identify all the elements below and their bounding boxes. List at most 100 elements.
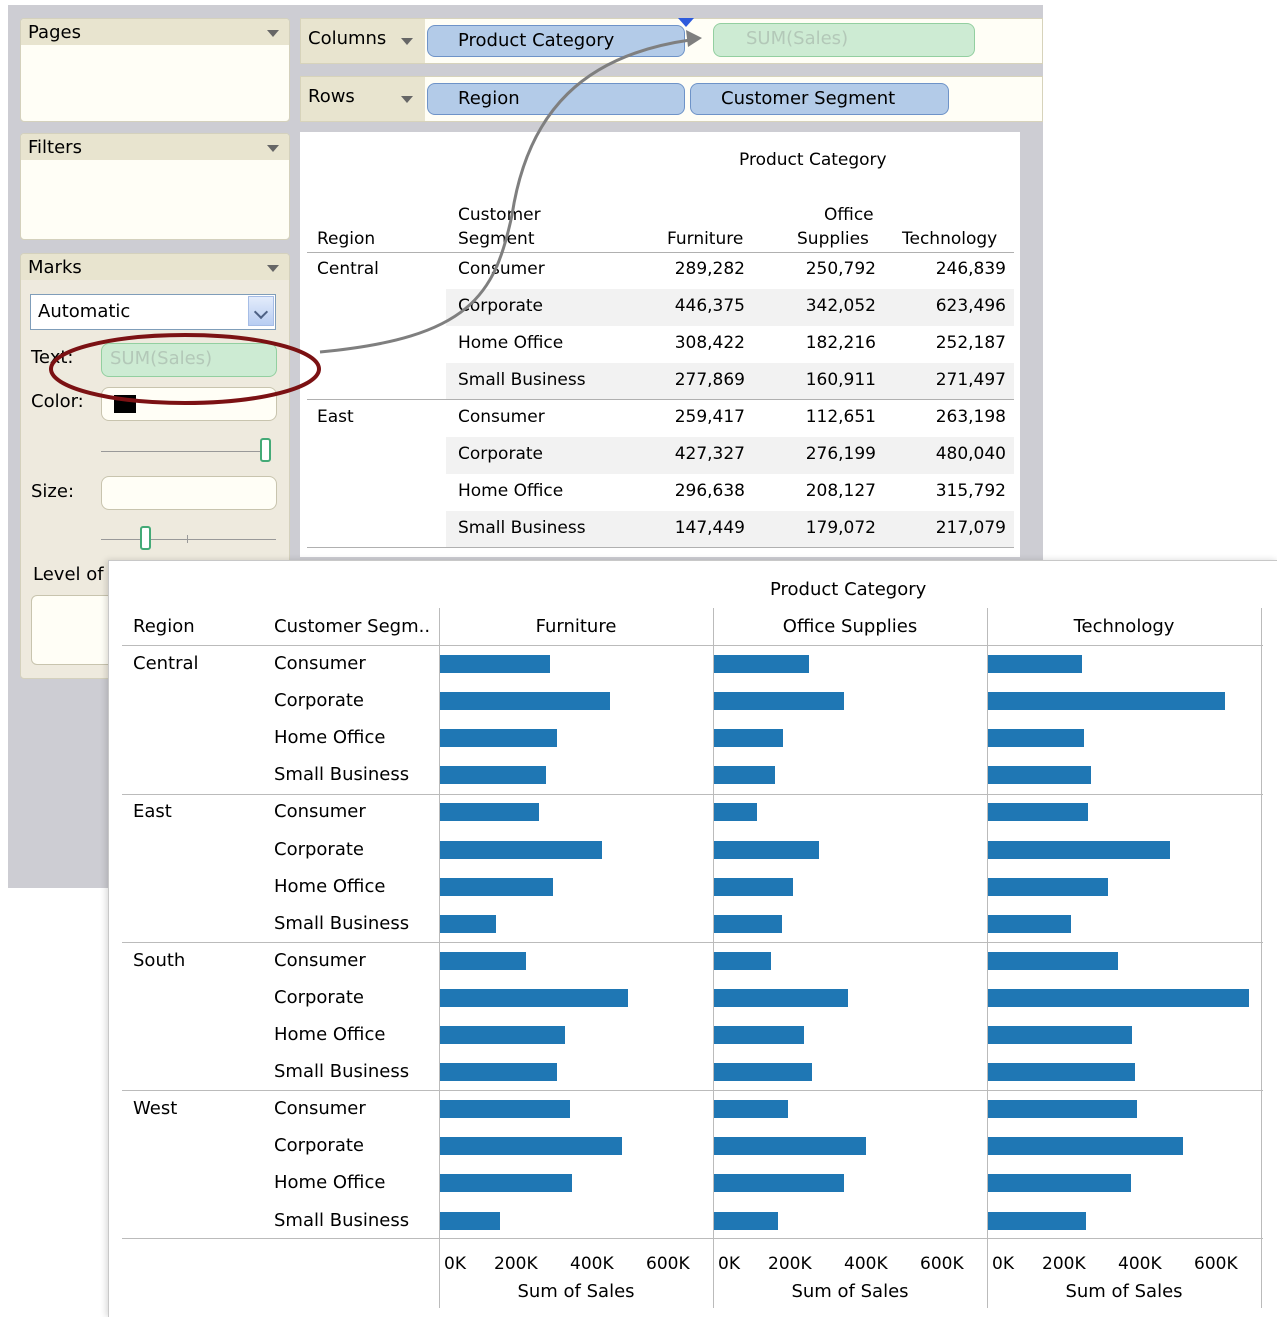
mark-type-dropdown[interactable]: Automatic: [30, 294, 276, 330]
bar-south-technology-consumer[interactable]: [988, 952, 1118, 970]
bar-south-furniture-consumer[interactable]: [440, 952, 526, 970]
text-shelf-pill[interactable]: SUM(Sales): [101, 343, 277, 377]
pages-card-title: Pages: [28, 22, 81, 43]
crosstab-header-divider: [307, 252, 1014, 253]
bar-south-office-supplies-home-office[interactable]: [714, 1026, 804, 1044]
bar-central-technology-consumer[interactable]: [988, 655, 1082, 673]
bar-west-office-supplies-home-office[interactable]: [714, 1174, 844, 1192]
x-tick-label: 600K: [646, 1254, 690, 1274]
bar-central-furniture-home-office[interactable]: [440, 729, 558, 747]
bar-west-furniture-home-office[interactable]: [440, 1174, 573, 1192]
crosstab-segment-label: Consumer: [458, 259, 545, 279]
size-shelf-field[interactable]: [101, 476, 277, 510]
bar-east-office-supplies-consumer[interactable]: [714, 803, 757, 821]
bar-south-technology-small-business[interactable]: [988, 1063, 1136, 1081]
bar-east-technology-corporate[interactable]: [988, 841, 1171, 859]
crosstab-segment-label: Home Office: [458, 481, 564, 501]
bar-east-office-supplies-corporate[interactable]: [714, 841, 819, 859]
bar-west-office-supplies-consumer[interactable]: [714, 1100, 789, 1118]
bar-east-furniture-home-office[interactable]: [440, 878, 553, 896]
bar-east-furniture-small-business[interactable]: [440, 915, 496, 933]
bar-central-furniture-consumer[interactable]: [440, 655, 550, 673]
crosstab-value-cell: 289,282: [674, 259, 745, 279]
rows-pill-customer-segment[interactable]: Customer Segment: [690, 83, 949, 115]
rows-menu-icon[interactable]: [401, 96, 413, 103]
bar-central-technology-home-office[interactable]: [988, 729, 1084, 747]
chart-segment-label: Corporate: [274, 839, 364, 860]
chevron-down-icon[interactable]: [248, 296, 274, 326]
marks-card-menu-icon[interactable]: [267, 265, 279, 272]
bar-south-technology-home-office[interactable]: [988, 1026, 1133, 1044]
opacity-slider-track[interactable]: [101, 451, 271, 452]
bar-central-office-supplies-home-office[interactable]: [714, 729, 784, 747]
crosstab-segment-label: Corporate: [458, 296, 543, 316]
bar-east-office-supplies-small-business[interactable]: [714, 915, 782, 933]
bar-west-office-supplies-small-business[interactable]: [714, 1212, 778, 1230]
bar-south-furniture-corporate[interactable]: [440, 989, 629, 1007]
color-swatch[interactable]: [114, 395, 136, 413]
opacity-slider-thumb[interactable]: [260, 438, 271, 462]
bar-east-furniture-corporate[interactable]: [440, 841, 603, 859]
columns-pill-sum-sales-ghost[interactable]: SUM(Sales): [713, 23, 975, 57]
chart-segment-label: Small Business: [274, 1210, 410, 1231]
columns-menu-icon[interactable]: [401, 38, 413, 45]
bar-east-technology-small-business[interactable]: [988, 915, 1071, 933]
bar-west-technology-corporate[interactable]: [988, 1137, 1183, 1155]
bar-south-office-supplies-small-business[interactable]: [714, 1063, 813, 1081]
bar-east-technology-consumer[interactable]: [988, 803, 1088, 821]
bar-central-technology-small-business[interactable]: [988, 766, 1092, 784]
bar-central-office-supplies-corporate[interactable]: [714, 692, 844, 710]
crosstab-value-cell: 112,651: [805, 407, 876, 427]
text-shelf-label: Text:: [31, 347, 74, 368]
bar-west-office-supplies-corporate[interactable]: [714, 1137, 866, 1155]
pages-card-menu-icon[interactable]: [267, 30, 279, 37]
chart-segment-label: Consumer: [274, 1098, 366, 1119]
bar-south-office-supplies-corporate[interactable]: [714, 989, 848, 1007]
chart-region-divider: [122, 794, 1263, 795]
bar-south-furniture-small-business[interactable]: [440, 1063, 557, 1081]
bar-south-furniture-home-office[interactable]: [440, 1026, 566, 1044]
crosstab-value-cell: 252,187: [935, 333, 1006, 353]
pages-drop-area[interactable]: [21, 45, 289, 121]
bar-east-furniture-consumer[interactable]: [440, 803, 539, 821]
bar-east-office-supplies-home-office[interactable]: [714, 878, 794, 896]
mark-type-value: Automatic: [38, 301, 131, 322]
bar-west-furniture-small-business[interactable]: [440, 1212, 501, 1230]
size-slider-tick: [187, 535, 188, 543]
bar-central-office-supplies-consumer[interactable]: [714, 655, 810, 673]
crosstab-region-label: Central: [317, 259, 379, 279]
bar-west-furniture-consumer[interactable]: [440, 1100, 570, 1118]
x-tick-label: 200K: [494, 1254, 538, 1274]
chart-row-header-region: Region: [133, 616, 195, 637]
crosstab-header-segment-line1: Customer: [458, 205, 541, 225]
chart-panel-header: Furniture: [535, 616, 617, 637]
bar-central-technology-corporate[interactable]: [988, 692, 1225, 710]
bar-central-office-supplies-small-business[interactable]: [714, 766, 776, 784]
bar-west-technology-consumer[interactable]: [988, 1100, 1138, 1118]
filters-card-menu-icon[interactable]: [267, 145, 279, 152]
crosstab-segment-label: Home Office: [458, 333, 564, 353]
columns-pill-product-category[interactable]: Product Category: [427, 25, 685, 57]
bar-south-technology-corporate[interactable]: [988, 989, 1250, 1007]
bar-central-furniture-small-business[interactable]: [440, 766, 546, 784]
crosstab-value-cell: 277,869: [674, 370, 745, 390]
bar-east-technology-home-office[interactable]: [988, 878, 1108, 896]
crosstab-value-cell: 160,911: [805, 370, 876, 390]
x-tick-label: 0K: [992, 1254, 1014, 1274]
rows-pill-region[interactable]: Region: [427, 83, 685, 115]
crosstab-segment-label: Small Business: [458, 370, 586, 390]
crosstab-value-cell: 208,127: [805, 481, 876, 501]
bar-west-technology-home-office[interactable]: [988, 1174, 1132, 1192]
bar-central-furniture-corporate[interactable]: [440, 692, 610, 710]
chart-segment-label: Consumer: [274, 653, 366, 674]
color-shelf-label: Color:: [31, 391, 84, 412]
bar-south-office-supplies-consumer[interactable]: [714, 952, 771, 970]
size-slider-thumb[interactable]: [140, 526, 151, 550]
size-slider-track[interactable]: [101, 539, 276, 540]
bar-west-furniture-corporate[interactable]: [440, 1137, 622, 1155]
crosstab-segment-label: Consumer: [458, 407, 545, 427]
drop-position-marker-icon: [678, 18, 694, 27]
bar-west-technology-small-business[interactable]: [988, 1212, 1086, 1230]
chart-region-divider: [122, 942, 1263, 943]
filters-drop-area[interactable]: [21, 160, 289, 239]
